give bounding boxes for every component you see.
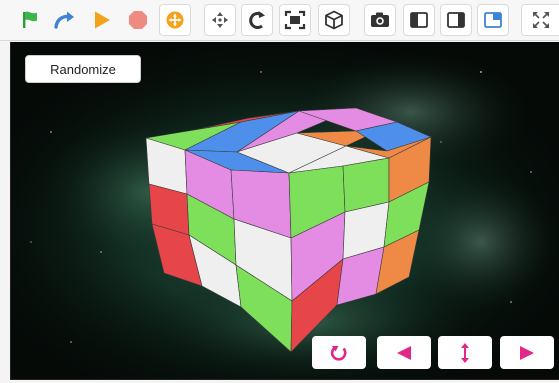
play-icon	[95, 11, 110, 29]
reset-view-button[interactable]	[312, 336, 366, 369]
layout-right-button[interactable]	[440, 4, 472, 36]
pan-button[interactable]	[204, 4, 236, 36]
redo-button[interactable]	[49, 4, 81, 36]
vertical-arrows-icon	[461, 342, 469, 363]
layout-corner-button[interactable]	[477, 4, 509, 36]
layout-left-button[interactable]	[403, 4, 435, 36]
rotate-button[interactable]	[241, 4, 273, 36]
rotate-left-button[interactable]	[377, 336, 431, 369]
randomize-button[interactable]: Randomize	[25, 55, 141, 83]
fit-frame-icon	[284, 10, 306, 30]
flip-vertical-button[interactable]	[438, 336, 492, 369]
move-arrows-icon	[212, 12, 228, 28]
orbit-target-icon	[166, 11, 184, 29]
redo-arrow-icon	[54, 11, 74, 29]
fullscreen-button[interactable]	[521, 4, 559, 36]
green-flag-button[interactable]	[14, 4, 46, 36]
camera-icon	[371, 12, 389, 27]
orbit-button[interactable]	[159, 4, 191, 36]
green-flag-icon	[23, 11, 37, 28]
stop-icon	[129, 11, 147, 29]
play-button[interactable]	[86, 4, 118, 36]
rubiks-cube[interactable]	[11, 42, 559, 379]
layout-corner-panel-icon	[484, 12, 502, 28]
toolbar	[0, 0, 559, 41]
rotate-icon	[249, 11, 265, 29]
layout-left-panel-icon	[410, 12, 428, 28]
screenshot-button[interactable]	[364, 4, 396, 36]
fit-view-button[interactable]	[279, 4, 311, 36]
stop-button[interactable]	[122, 4, 154, 36]
fullscreen-icon	[532, 12, 549, 28]
cube-icon	[325, 10, 343, 30]
layout-right-panel-icon	[447, 12, 465, 28]
rotate-right-button[interactable]	[500, 336, 554, 369]
right-arrow-icon	[520, 345, 534, 360]
left-arrow-icon	[397, 345, 411, 360]
cube-view-button[interactable]	[318, 4, 350, 36]
3d-viewport[interactable]: Randomize	[10, 42, 559, 380]
reset-rotate-icon	[330, 345, 347, 361]
